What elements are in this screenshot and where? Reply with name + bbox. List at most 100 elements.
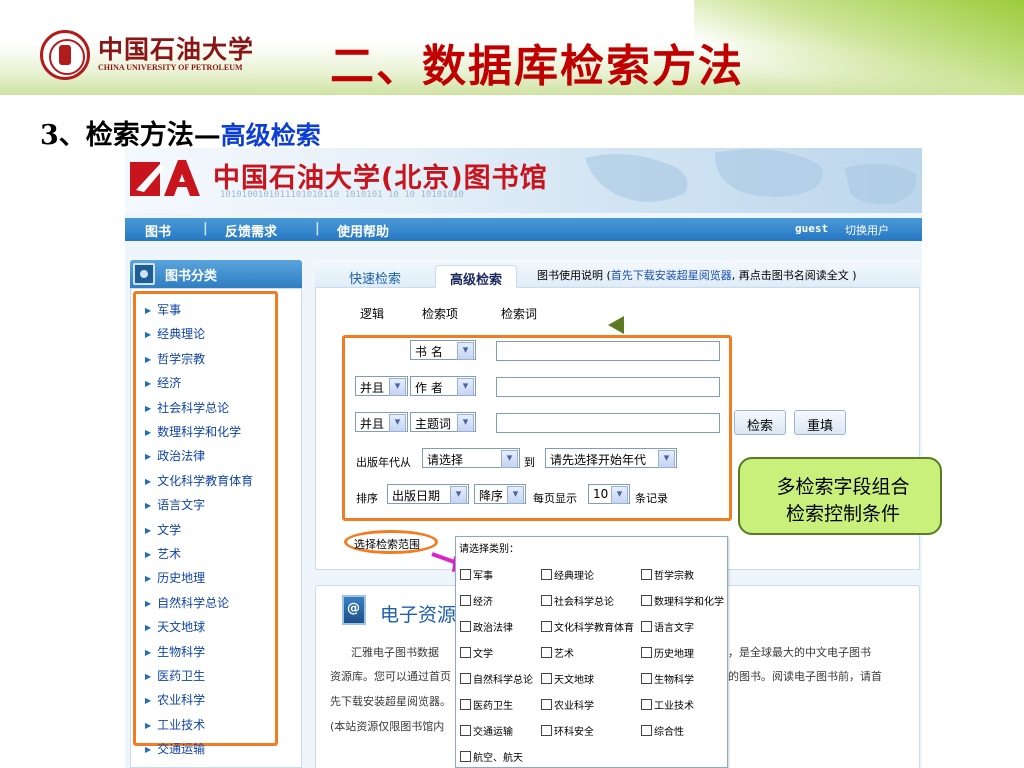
eresource-book-icon <box>342 595 366 625</box>
nav-separator: | <box>203 221 208 236</box>
callout-tail <box>608 316 624 334</box>
search-term-input-3[interactable] <box>496 413 720 433</box>
column-field-label: 检索项 <box>422 307 459 321</box>
logo-cn-text: 中国石油大学 <box>98 35 255 64</box>
category-checkbox[interactable]: 生物科学 <box>641 671 694 686</box>
popup-header: 请选择类别： <box>459 544 519 555</box>
category-checkbox[interactable]: 语言文字 <box>641 619 694 634</box>
category-checkbox[interactable]: 经典理论 <box>541 567 594 582</box>
category-checkbox[interactable]: 医药卫生 <box>460 697 513 712</box>
sidebar-item[interactable]: 哲学宗教 <box>145 350 205 367</box>
tab-advanced-search[interactable]: 高级检索 <box>435 265 518 288</box>
year-from-select[interactable]: 请选择 <box>422 448 520 468</box>
eresource-text-line-right: 类，是全球最大的中文电子图书 <box>717 646 871 659</box>
column-word-label: 检索词 <box>501 307 538 321</box>
sidebar-item[interactable]: 文学 <box>145 521 181 538</box>
site-navbar: 图书 | 反馈需求 | 使用帮助 guest 切换用户 <box>125 218 922 241</box>
sidebar-item[interactable]: 艺术 <box>145 545 181 562</box>
university-logo: 中国石油大学 CHINA UNIVERSITY OF PETROLEUM <box>40 30 253 80</box>
year-to-label: 到 <box>524 456 535 469</box>
category-checkbox[interactable]: 政治法律 <box>460 619 513 634</box>
sidebar-item[interactable]: 农业科学 <box>145 691 205 708</box>
sidebar-item[interactable]: 历史地理 <box>145 569 205 586</box>
eresource-text-line: 资源库。您可以通过首页 <box>330 670 451 683</box>
library-logo-icon <box>130 160 200 196</box>
sidebar-item[interactable]: 医药卫生 <box>145 667 205 684</box>
field-select-3[interactable]: 主题词 <box>410 412 476 432</box>
category-checkbox[interactable]: 天文地球 <box>541 671 594 686</box>
sidebar-item[interactable]: 交通运输 <box>145 740 205 757</box>
category-checkbox[interactable]: 自然科学总论 <box>460 671 533 686</box>
tab-quick-search[interactable]: 快速检索 <box>335 265 415 288</box>
eresource-text-line: 汇雅电子图书数据 <box>351 646 439 659</box>
per-page-unit-label: 条记录 <box>635 492 668 505</box>
column-logic-label: 逻辑 <box>360 307 385 321</box>
category-checkbox[interactable]: 社会科学总论 <box>541 593 614 608</box>
category-checkbox[interactable]: 艺术 <box>541 645 574 660</box>
sort-label: 排序 <box>356 492 378 505</box>
subtitle-highlight: 高级检索 <box>220 121 321 150</box>
category-checkbox[interactable]: 文化科学教育体育 <box>541 619 634 634</box>
per-page-select[interactable]: 10 <box>588 484 630 504</box>
sidebar-item[interactable]: 军事 <box>145 301 181 318</box>
sidebar-header-label: 图书分类 <box>165 269 218 284</box>
eresource-text-line-right: 籍的图书。阅读电子图书前，请首 <box>717 670 882 683</box>
callout-line-1: 多检索字段组合 <box>776 476 910 498</box>
slide-subtitle: 3、检索方法—高级检索 <box>40 113 321 152</box>
nav-switch-user[interactable]: 切换用户 <box>845 222 889 238</box>
sort-field-select[interactable]: 出版日期 <box>387 484 469 504</box>
nav-help[interactable]: 使用帮助 <box>337 221 389 240</box>
category-checkbox[interactable]: 数理科学和化学 <box>641 593 724 608</box>
year-to-select[interactable]: 请先选择开始年代 <box>545 448 677 468</box>
sidebar-item[interactable]: 生物科学 <box>145 643 205 660</box>
search-term-input-2[interactable] <box>496 377 720 397</box>
sidebar-item[interactable]: 政治法律 <box>145 447 205 464</box>
university-seal-icon <box>40 30 90 80</box>
annotation-callout: 多检索字段组合 检索控制条件 <box>738 457 942 535</box>
search-term-input-1[interactable] <box>496 341 720 361</box>
logic-select-3[interactable]: 并且 <box>355 412 408 432</box>
usage-note: 图书使用说明 (首先下载安装超星阅览器, 再点击图书名阅读全文 ) <box>537 267 857 283</box>
sidebar-item[interactable]: 经典理论 <box>145 325 205 342</box>
sidebar-item[interactable]: 文化科学教育体育 <box>145 472 253 489</box>
category-checkbox[interactable]: 军事 <box>460 567 493 582</box>
sidebar-item[interactable]: 天文地球 <box>145 618 205 635</box>
nav-separator: | <box>315 221 320 236</box>
per-page-label: 每页显示 <box>533 492 577 505</box>
category-checkbox[interactable]: 综合性 <box>641 723 684 738</box>
eresource-title: 电子资源 <box>380 604 457 626</box>
world-map-icon <box>585 149 917 205</box>
sidebar-item[interactable]: 社会科学总论 <box>145 399 229 416</box>
field-select-1[interactable]: 书 名 <box>410 340 476 360</box>
nav-guest-user: guest <box>795 222 829 235</box>
nav-books[interactable]: 图书 <box>145 221 171 240</box>
logic-select-2[interactable]: 并且 <box>355 376 408 396</box>
sidebar-item[interactable]: 工业技术 <box>145 716 205 733</box>
category-checkbox[interactable]: 航空、航天 <box>460 749 523 764</box>
sidebar-item[interactable]: 数理科学和化学 <box>145 423 241 440</box>
field-select-2[interactable]: 作 者 <box>410 376 476 396</box>
category-checkbox[interactable]: 历史地理 <box>641 645 694 660</box>
logo-en-text: CHINA UNIVERSITY OF PETROLEUM <box>98 63 243 72</box>
sidebar-item[interactable]: 经济 <box>145 374 181 391</box>
search-button[interactable]: 检索 <box>734 410 786 435</box>
sort-order-select[interactable]: 降序 <box>474 484 526 504</box>
category-checkbox[interactable]: 文学 <box>460 645 493 660</box>
category-checkbox[interactable]: 经济 <box>460 593 493 608</box>
category-book-icon <box>133 263 155 285</box>
search-tabbar: 快速检索 高级检索 图书使用说明 (首先下载安装超星阅览器, 再点击图书名阅读全… <box>315 260 920 288</box>
download-reader-link[interactable]: 首先下载安装超星阅览器 <box>611 269 732 282</box>
category-checkbox[interactable]: 工业技术 <box>641 697 694 712</box>
category-checkbox[interactable]: 交通运输 <box>460 723 513 738</box>
reset-button[interactable]: 重填 <box>794 410 846 435</box>
category-checkbox[interactable]: 环科安全 <box>541 723 594 738</box>
select-scope-link[interactable]: 选择检索范围 <box>354 536 420 552</box>
slide-title: 二、数据库检索方法 <box>330 41 744 92</box>
eresource-text-line: (本站资源仅限图书馆内 <box>330 720 445 733</box>
sidebar-item[interactable]: 自然科学总论 <box>145 594 229 611</box>
nav-feedback[interactable]: 反馈需求 <box>225 221 277 240</box>
callout-line-2: 检索控制条件 <box>785 503 900 525</box>
category-checkbox[interactable]: 农业科学 <box>541 697 594 712</box>
sidebar-item[interactable]: 语言文字 <box>145 496 205 513</box>
category-checkbox[interactable]: 哲学宗教 <box>641 567 694 582</box>
